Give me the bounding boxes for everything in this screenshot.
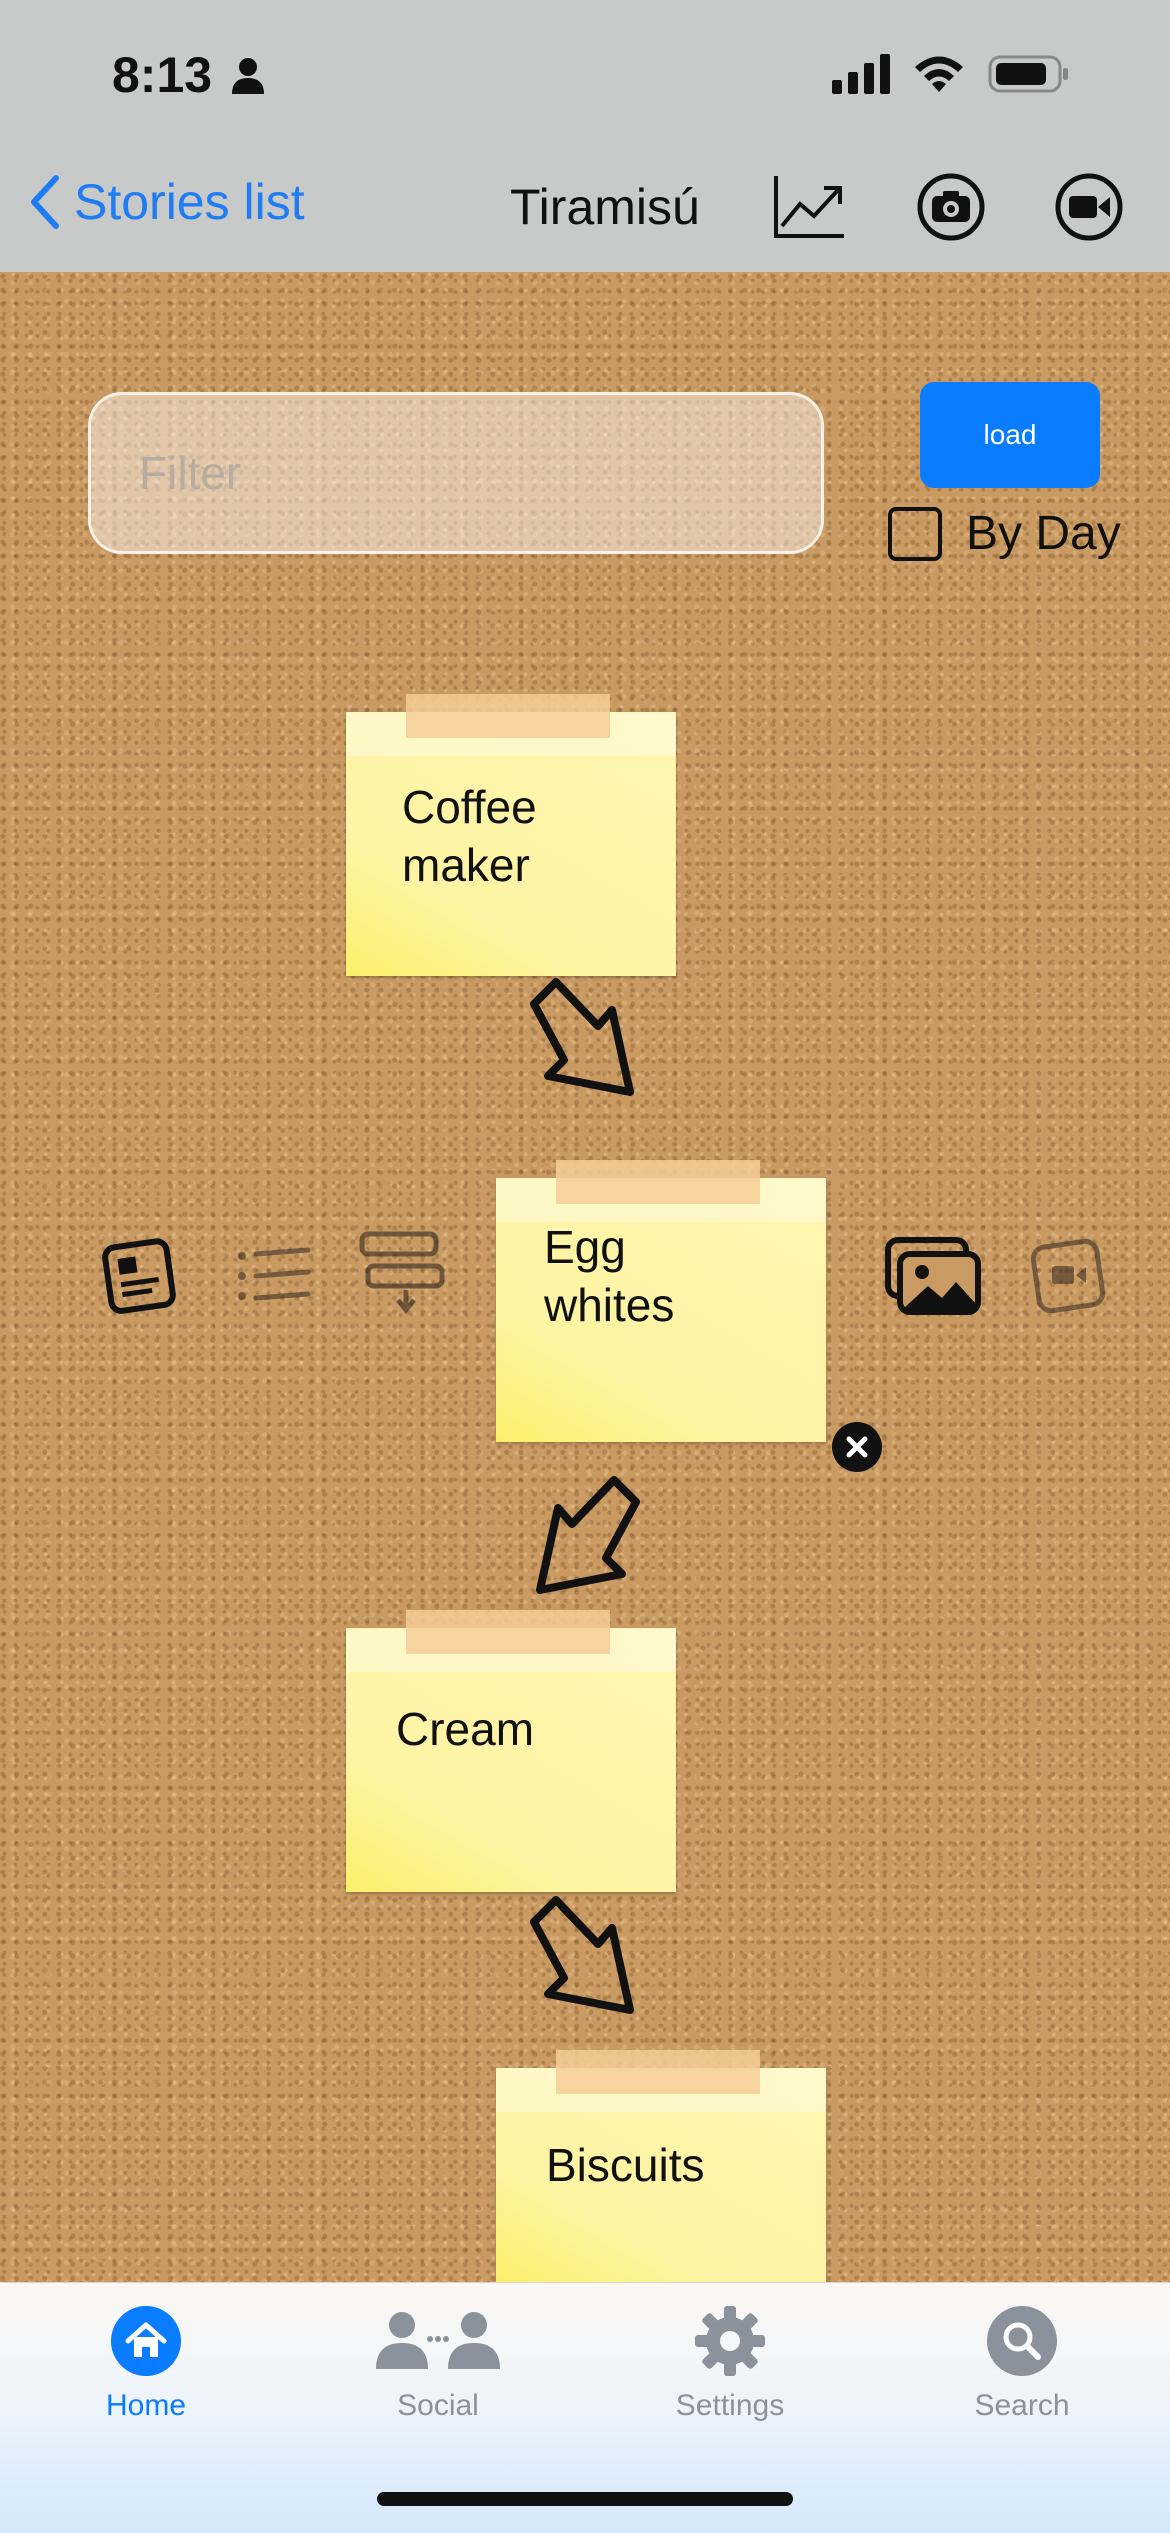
tab-label: Search [974,2389,1070,2422]
list-icon[interactable] [230,1236,314,1321]
back-label: Stories list [74,174,305,230]
battery-icon [988,54,1070,99]
chevron-left-icon [31,175,59,229]
arrow-down-right-icon [530,978,634,1096]
tab-search[interactable]: Search [922,2303,1122,2423]
by-day-checkbox[interactable] [888,506,942,561]
home-indicator [377,2492,793,2506]
photos-icon[interactable] [884,1234,984,1323]
remove-note-button[interactable] [832,1422,882,1472]
sticky-note[interactable]: Cream [346,1610,676,1892]
note-tape [406,694,610,738]
tab-label: Home [105,2389,187,2422]
note-text: Coffee maker [402,781,537,891]
tab-social[interactable]: Social [338,2303,538,2423]
note-tape [556,1160,760,1204]
arrow-down-right-icon [530,1896,634,2014]
sticky-note[interactable]: Coffee maker [346,694,676,976]
tab-label: Social [397,2389,479,2422]
wifi-icon [912,54,966,99]
note-text: Cream [396,1703,535,1755]
note-tape [556,2050,760,2094]
by-day-label: By Day [966,507,1121,560]
video-frame-icon[interactable] [1030,1238,1106,1319]
note-tape [406,1610,610,1654]
move-down-icon[interactable] [358,1228,448,1323]
note-text: Egg whites [544,1221,675,1331]
back-button[interactable]: Stories list [24,172,305,232]
filter-input[interactable] [88,392,824,554]
tab-label: Settings [675,2389,785,2422]
tab-settings[interactable]: Settings [630,2303,830,2423]
by-day-toggle[interactable]: By Day [888,506,1121,561]
search-icon [987,2306,1057,2376]
home-icon [111,2306,181,2376]
load-button[interactable]: load [920,382,1100,488]
note-text: Biscuits [546,2139,705,2191]
chart-icon[interactable] [772,172,848,242]
status-time: 8:13 [112,47,213,103]
sticky-note[interactable]: Biscuits [496,2050,826,2282]
camera-icon[interactable] [916,172,992,242]
close-icon [846,1436,868,1458]
person-icon [230,56,266,101]
tab-home[interactable]: Home [46,2303,246,2423]
arrow-down-left-icon [536,1476,640,1594]
people-icon [376,2312,500,2369]
page-title: Tiramisú [510,179,700,235]
story-card-icon[interactable] [100,1236,180,1321]
cellular-signal-icon [832,54,890,99]
gear-icon [695,2306,765,2376]
sticky-note[interactable]: Egg whites [496,1160,826,1442]
status-indicators [832,54,1070,99]
video-icon[interactable] [1054,172,1130,242]
top-bar: 8:13 Stories list Tiramisú [0,0,1170,272]
